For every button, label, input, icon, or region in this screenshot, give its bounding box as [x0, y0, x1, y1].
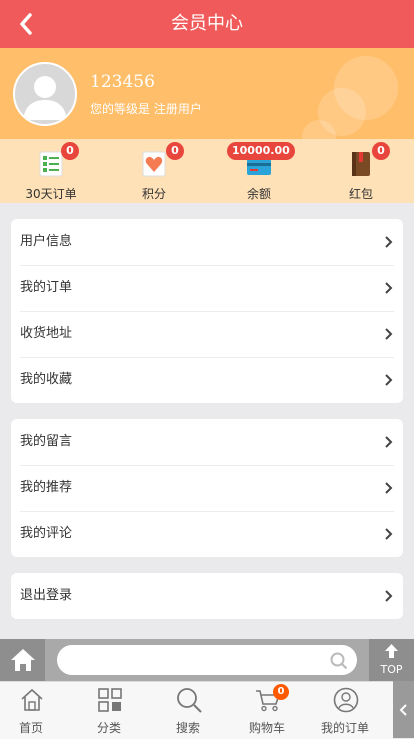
menu-item-logout[interactable]: 退出登录 — [11, 573, 403, 619]
tab-label: 分类 — [96, 721, 121, 735]
menu-item-favorites[interactable]: 我的收藏 — [11, 357, 403, 403]
menu-item-label: 用户信息 — [20, 234, 73, 249]
chevron-right-icon — [385, 374, 393, 386]
stat-label: 积分 — [141, 187, 166, 201]
menu-item-referrals[interactable]: 我的推荐 — [11, 465, 403, 511]
user-circle-icon — [333, 687, 359, 713]
page-title: 会员中心 — [171, 13, 243, 34]
search-icon — [177, 688, 202, 713]
menu-item-label: 我的评论 — [20, 526, 73, 541]
menu-card-social: 我的留言 我的推荐 我的评论 — [11, 419, 403, 557]
menu-item-messages[interactable]: 我的留言 — [11, 419, 403, 465]
chevron-right-icon — [385, 236, 393, 248]
menu-item-reviews[interactable]: 我的评论 — [11, 511, 403, 557]
balance-badge: 10000.00 — [227, 142, 295, 160]
profile-banner: 123456 您的等级是 注册用户 — [0, 48, 414, 139]
search-input[interactable] — [57, 645, 357, 675]
top-label: TOP — [380, 663, 403, 676]
menu-item-label: 我的留言 — [20, 434, 73, 449]
home-button[interactable] — [0, 639, 45, 681]
red-packet-book-icon — [352, 152, 370, 176]
red-packet-badge: 0 — [372, 142, 390, 160]
tab-label: 购物车 — [248, 721, 285, 735]
menu-item-my-orders[interactable]: 我的订单 — [11, 265, 403, 311]
tab-search[interactable]: 搜索 — [149, 682, 227, 739]
stats-bar: 0 30天订单 0 积分 10000.00 余额 0 红包 — [0, 139, 414, 203]
menu-item-label: 我的推荐 — [20, 480, 73, 495]
stat-label: 红包 — [348, 187, 373, 201]
bottom-tab-bar: 首页 分类 搜索 0 购物车 我的订单 — [0, 681, 393, 739]
stat-points[interactable]: 0 积分 — [114, 139, 194, 203]
home-icon — [21, 688, 43, 711]
points-badge: 0 — [166, 142, 184, 160]
menu-card-account: 用户信息 我的订单 收货地址 我的收藏 — [11, 219, 403, 403]
chevron-left-icon — [399, 703, 407, 716]
chevron-right-icon — [385, 436, 393, 448]
cart-count-badge: 0 — [273, 684, 289, 700]
menu-item-label: 退出登录 — [20, 588, 73, 603]
order-list-icon — [39, 151, 63, 177]
menu-item-label: 我的订单 — [20, 280, 73, 295]
stat-red-packet[interactable]: 0 红包 — [321, 139, 401, 203]
heart-points-icon — [142, 151, 166, 177]
search-icon[interactable] — [330, 652, 348, 670]
tab-label: 搜索 — [175, 721, 200, 735]
chevron-right-icon — [385, 528, 393, 540]
tab-category[interactable]: 分类 — [70, 682, 148, 739]
side-panel-toggle[interactable] — [393, 681, 414, 738]
stat-label: 30天订单 — [25, 187, 77, 201]
menu-item-label: 收货地址 — [20, 326, 73, 341]
tab-my-orders[interactable]: 我的订单 — [306, 682, 384, 739]
avatar-person-icon — [23, 76, 67, 120]
member-level: 您的等级是 注册用户 — [90, 102, 202, 116]
tab-cart[interactable]: 0 购物车 — [228, 682, 306, 739]
arrow-up-icon — [385, 644, 398, 658]
chevron-right-icon — [385, 282, 393, 294]
menu-item-label: 我的收藏 — [20, 372, 73, 387]
stat-label: 余额 — [246, 187, 271, 201]
stat-orders[interactable]: 0 30天订单 — [11, 139, 91, 203]
orders-badge: 0 — [61, 142, 79, 160]
home-icon — [10, 649, 35, 671]
menu-item-user-info[interactable]: 用户信息 — [11, 219, 403, 265]
app-header: 会员中心 — [0, 0, 414, 48]
menu-card-logout: 退出登录 — [11, 573, 403, 619]
tab-label: 我的订单 — [320, 721, 369, 735]
chevron-right-icon — [385, 328, 393, 340]
stat-balance[interactable]: 10000.00 余额 — [219, 139, 299, 203]
menu-item-address[interactable]: 收货地址 — [11, 311, 403, 357]
avatar[interactable] — [13, 62, 77, 126]
bottom-search-bar: TOP — [0, 639, 414, 681]
category-grid-icon — [98, 688, 122, 712]
chevron-right-icon — [385, 590, 393, 602]
tab-label: 首页 — [18, 721, 43, 735]
back-to-top-button[interactable]: TOP — [369, 639, 414, 681]
chevron-right-icon — [385, 482, 393, 494]
tab-home[interactable]: 首页 — [0, 682, 70, 739]
username: 123456 — [90, 72, 155, 92]
